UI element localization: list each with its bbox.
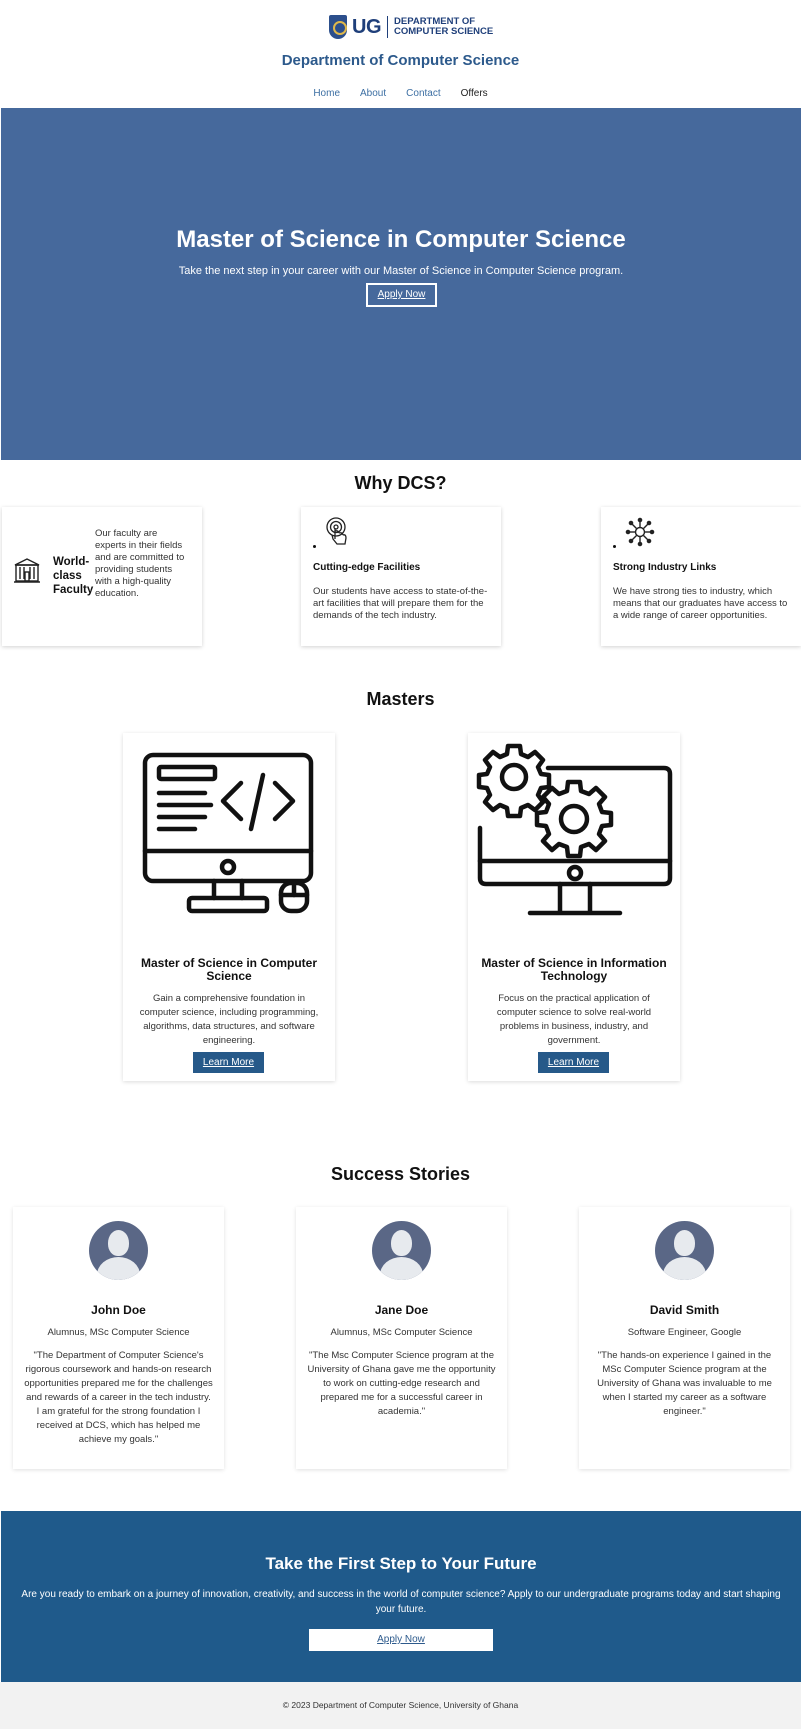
logo-text: UG — [352, 15, 382, 38]
avatar-body — [663, 1257, 706, 1280]
avatar — [89, 1221, 148, 1280]
site-title: Department of Computer Science — [281, 52, 520, 69]
story-quote: "The Msc Computer Science program at the… — [307, 1350, 496, 1417]
learn-more-button[interactable]: Learn More — [538, 1052, 609, 1073]
site-footer: © 2023 Department of Computer Science, U… — [0, 1682, 801, 1729]
cta-section: Take the First Step to Your Future Are y… — [1, 1511, 801, 1682]
main-nav: Home About Contact Offers — [0, 88, 801, 99]
avatar-head — [108, 1230, 129, 1256]
why-section-title: Why DCS? — [354, 473, 447, 493]
why-card-industry: Strong Industry Links We have strong tie… — [601, 507, 801, 646]
cta-text: Are you ready to embark on a journey of … — [21, 1589, 781, 1615]
gears-monitor-icon — [476, 743, 673, 916]
story-card: John Doe Alumnus, MSc Computer Science "… — [13, 1207, 224, 1469]
footer-copyright: © 2023 Department of Computer Science, U… — [282, 1700, 519, 1710]
why-card-facilities: Cutting-edge Facilities Our students hav… — [301, 507, 501, 646]
masters-card-text: Focus on the practical application of co… — [496, 993, 652, 1046]
crest-icon — [329, 15, 347, 39]
university-logo[interactable]: UG DEPARTMENT OF COMPUTER SCIENCE — [329, 14, 493, 40]
story-quote: "The Department of Computer Science's ri… — [24, 1350, 213, 1445]
touch-target-icon — [326, 517, 347, 545]
bullet-dot — [313, 545, 316, 548]
masters-card-text: Gain a comprehensive foundation in compu… — [139, 993, 319, 1046]
nav-contact[interactable]: Contact — [406, 88, 440, 99]
why-card-title: World-class Faculty — [53, 556, 94, 596]
hero-title: Master of Science in Computer Science — [176, 226, 626, 253]
masters-card-title: Master of Science in Computer Science — [140, 956, 318, 983]
avatar-body — [380, 1257, 423, 1280]
bullet-dot — [613, 545, 616, 548]
nav-home[interactable]: Home — [313, 88, 340, 99]
logo-divider — [387, 16, 388, 38]
cta-apply-button[interactable]: Apply Now — [309, 1629, 493, 1651]
code-monitor-icon — [142, 752, 314, 914]
site-header: UG DEPARTMENT OF COMPUTER SCIENCE Depart… — [0, 0, 801, 108]
avatar-head — [674, 1230, 695, 1256]
logo-dept-line2: COMPUTER SCIENCE — [394, 26, 494, 37]
story-role: Alumnus, MSc Computer Science — [330, 1327, 473, 1338]
why-card-text: We have strong ties to industry, which m… — [613, 586, 788, 621]
story-card: Jane Doe Alumnus, MSc Computer Science "… — [296, 1207, 507, 1469]
story-role: Software Engineer, Google — [627, 1327, 742, 1338]
logo-department: DEPARTMENT OF COMPUTER SCIENCE — [394, 17, 493, 37]
university-building-icon — [14, 558, 40, 583]
learn-more-button[interactable]: Learn More — [193, 1052, 264, 1073]
stories-section-title: Success Stories — [330, 1164, 471, 1184]
hero-banner: Master of Science in Computer Science Ta… — [1, 108, 801, 460]
why-card-faculty: World-class Faculty Our faculty are expe… — [2, 507, 202, 646]
story-card: David Smith Software Engineer, Google "T… — [579, 1207, 790, 1469]
why-card-title: Strong Industry Links — [613, 562, 717, 573]
cta-title: Take the First Step to Your Future — [265, 1554, 537, 1573]
why-card-text: Our faculty are experts in their fields … — [95, 528, 185, 599]
hero-apply-button[interactable]: Apply Now — [366, 283, 437, 307]
story-name: John Doe — [91, 1303, 146, 1317]
story-name: David Smith — [649, 1303, 720, 1317]
hero-subtitle: Take the next step in your career with o… — [178, 265, 624, 277]
avatar — [372, 1221, 431, 1280]
story-name: Jane Doe — [374, 1303, 429, 1317]
nav-about[interactable]: About — [360, 88, 386, 99]
network-hub-icon — [625, 517, 655, 547]
why-card-title: Cutting-edge Facilities — [313, 562, 421, 573]
masters-card-it: Master of Science in Information Technol… — [468, 733, 680, 1081]
avatar — [655, 1221, 714, 1280]
avatar-body — [97, 1257, 140, 1280]
masters-section-title: Masters — [366, 689, 435, 709]
nav-offers[interactable]: Offers — [461, 88, 488, 99]
story-role: Alumnus, MSc Computer Science — [47, 1327, 190, 1338]
story-quote: "The hands-on experience I gained in the… — [597, 1350, 772, 1417]
masters-card-cs: Master of Science in Computer Science Ga… — [123, 733, 335, 1081]
avatar-head — [391, 1230, 412, 1256]
why-card-text: Our students have access to state-of-the… — [313, 586, 488, 621]
masters-card-title: Master of Science in Information Technol… — [481, 956, 667, 983]
